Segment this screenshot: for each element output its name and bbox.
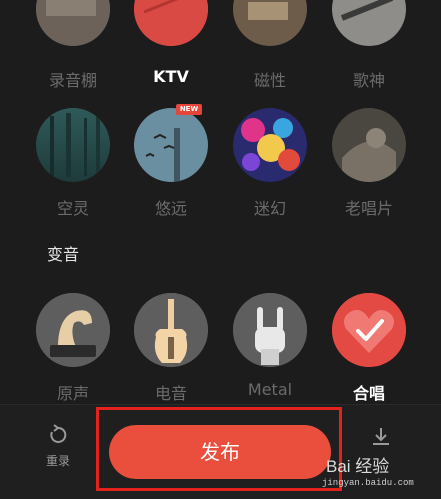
voice-metal-label: Metal (247, 380, 293, 399)
section-title-voice-change: 变音 (47, 245, 80, 264)
effect-ktv-thumb[interactable] (134, 0, 208, 46)
highlight-box (96, 407, 342, 491)
effect-old-record-label: 老唱片 (344, 199, 393, 218)
voice-original-label: 原声 (56, 384, 89, 403)
effect-studio-thumb[interactable] (36, 0, 110, 46)
voice-chorus-label: 合唱 (352, 384, 385, 403)
watermark-url: jingyan.baidu.com (322, 478, 414, 488)
effect-psychedelic-label: 迷幻 (253, 199, 286, 218)
effect-ethereal-thumb[interactable] (36, 108, 110, 182)
voice-metal-thumb[interactable] (233, 293, 307, 367)
effect-ktv-label: KTV (153, 67, 189, 86)
effect-old-record-thumb[interactable] (332, 108, 406, 182)
effect-distant-thumb[interactable] (134, 108, 208, 182)
download-icon[interactable] (370, 426, 392, 452)
voice-chorus-thumb[interactable] (332, 293, 406, 367)
watermark-text: Bai 经验 (326, 457, 390, 476)
new-badge: NEW (176, 104, 202, 115)
rerecord-label: 重录 (45, 454, 70, 468)
effect-distant-label: 悠远 (154, 199, 187, 218)
effect-singer-thumb[interactable] (332, 0, 406, 46)
effect-singer-label: 歌神 (352, 71, 385, 90)
voice-electronic-thumb[interactable] (134, 293, 208, 367)
effect-ethereal-label: 空灵 (56, 199, 89, 218)
voice-original-thumb[interactable] (36, 293, 110, 367)
effect-studio-label: 录音棚 (48, 71, 97, 90)
effect-magnetic-label: 磁性 (253, 71, 286, 90)
effect-psychedelic-thumb[interactable] (233, 108, 307, 182)
voice-electronic-label: 电音 (154, 384, 187, 403)
rerecord-button[interactable]: 重录 (36, 424, 80, 472)
rerecord-icon (50, 424, 67, 443)
effect-magnetic-thumb[interactable] (233, 0, 307, 46)
